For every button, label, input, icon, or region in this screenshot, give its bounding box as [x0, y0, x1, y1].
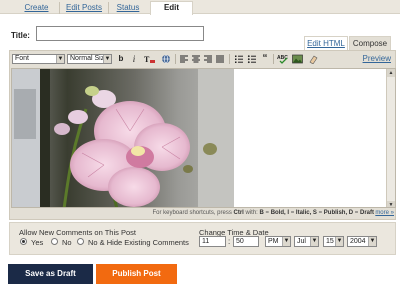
text-color-icon[interactable]: T [144, 54, 156, 64]
align-right-icon[interactable] [203, 54, 213, 64]
tab-create[interactable]: Create [14, 2, 60, 14]
shortcut-italic: Italic, [295, 210, 312, 216]
orchid-photo [12, 69, 234, 207]
chevron-down-icon: ▼ [335, 237, 343, 246]
shortcuts-with: with: [245, 210, 258, 216]
shortcut-i-key: I [287, 210, 290, 216]
shortcut-b-key: B [259, 210, 264, 216]
preview-link[interactable]: Preview [363, 54, 391, 63]
toolbar-divider [229, 54, 230, 64]
tab-status[interactable]: Status [110, 2, 146, 14]
spellcheck-icon[interactable]: ABC [277, 54, 289, 64]
editor-content[interactable]: ▲ ▼ [11, 68, 396, 208]
time-colon: : [228, 237, 231, 246]
align-justify-icon[interactable] [215, 54, 225, 64]
shortcut-s-key: S [312, 210, 317, 216]
blockquote-icon[interactable]: “ [260, 54, 270, 64]
shortcut-d-key: D [348, 210, 354, 216]
editor-scrollbar[interactable]: ▲ ▼ [386, 69, 395, 207]
remove-formatting-icon[interactable] [308, 54, 319, 65]
scroll-down-icon[interactable]: ▼ [387, 201, 395, 207]
tab-edit-posts[interactable]: Edit Posts [60, 2, 109, 14]
toolbar-divider [273, 54, 274, 64]
publish-post-button[interactable]: Publish Post [96, 264, 177, 284]
year-select[interactable]: 2004 ▼ [347, 236, 377, 247]
comments-no-radio[interactable] [51, 238, 58, 245]
align-center-icon[interactable] [191, 54, 201, 64]
hour-input[interactable]: 11 [199, 236, 226, 247]
keyboard-shortcuts-hint: For keyboard shortcuts, press Ctrl with:… [152, 210, 374, 216]
chevron-down-icon: ▼ [282, 237, 290, 246]
comments-no-hide-label: No & Hide Existing Comments [88, 238, 189, 247]
title-label: Title: [11, 31, 30, 40]
shortcut-publish: Publish, [323, 210, 348, 216]
shortcuts-prefix: For keyboard shortcuts, press [152, 210, 232, 216]
day-select[interactable]: 15 ▼ [323, 236, 344, 247]
comments-yes-label: Yes [31, 238, 44, 247]
size-select[interactable]: Normal Size ▼ [67, 54, 112, 64]
tab-edit[interactable]: Edit [150, 1, 193, 15]
month-value: Jul [297, 238, 306, 245]
title-input[interactable] [36, 26, 204, 41]
toolbar-divider [175, 54, 176, 64]
bulleted-list-icon[interactable] [247, 54, 257, 64]
link-icon[interactable] [160, 54, 172, 64]
shortcuts-key: Ctrl [233, 210, 244, 216]
image-icon[interactable] [292, 54, 303, 64]
tab-edit-html[interactable]: Edit HTML [304, 36, 348, 50]
svg-text:T: T [144, 55, 150, 64]
ampm-value: PM [268, 238, 279, 245]
font-select-value: Font [15, 55, 30, 62]
month-select[interactable]: Jul ▼ [294, 236, 319, 247]
shortcut-bold: Bold, [270, 210, 286, 216]
comments-label: Allow New Comments on This Post [19, 228, 136, 237]
comments-no-label: No [62, 238, 72, 247]
chevron-down-icon: ▼ [368, 237, 376, 246]
italic-button[interactable]: i [130, 54, 138, 64]
minute-input[interactable]: 50 [233, 236, 259, 247]
comments-no-hide-radio[interactable] [77, 238, 84, 245]
font-select[interactable]: Font ▼ [12, 54, 65, 64]
day-value: 15 [326, 238, 334, 245]
numbered-list-icon[interactable] [234, 54, 244, 64]
bold-button[interactable]: b [117, 54, 125, 64]
year-value: 2004 [350, 238, 366, 245]
chevron-down-icon: ▼ [103, 55, 111, 63]
ampm-select[interactable]: PM ▼ [265, 236, 291, 247]
align-left-icon[interactable] [179, 54, 189, 64]
tab-compose[interactable]: Compose [349, 36, 391, 50]
more-shortcuts-link[interactable]: more » [375, 208, 394, 219]
chevron-down-icon: ▼ [310, 237, 318, 246]
chevron-down-icon: ▼ [56, 55, 64, 63]
editor-toolbar: Font ▼ Normal Size ▼ b i T “ ABC Preview [9, 52, 396, 66]
top-tab-bar: Create Edit Posts Status Edit [0, 0, 400, 15]
scroll-up-icon[interactable]: ▲ [387, 69, 395, 77]
save-as-draft-button[interactable]: Save as Draft [8, 264, 93, 284]
comments-yes-radio[interactable] [20, 238, 27, 245]
shortcut-draft: Draft [359, 210, 374, 216]
